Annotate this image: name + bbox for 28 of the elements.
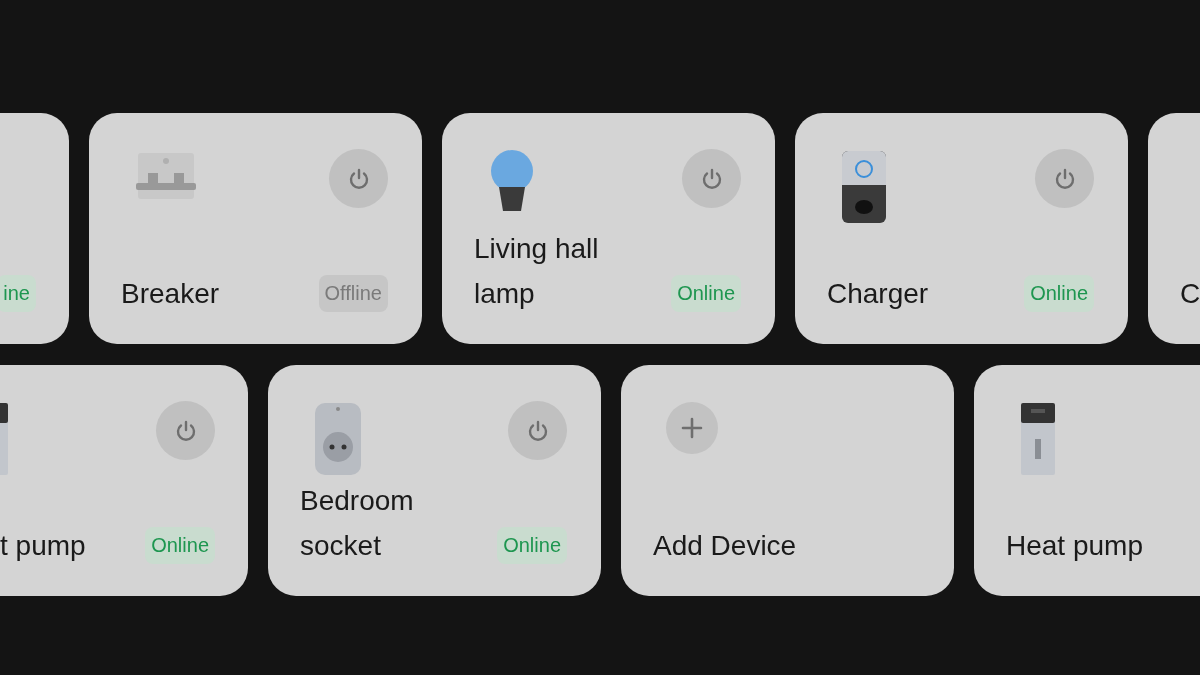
device-card[interactable]: Living hall lamp Online	[442, 113, 775, 344]
device-name: Bedroom socket	[300, 484, 415, 563]
status-badge: Online	[1024, 275, 1094, 312]
device-name: Living hall lamp	[474, 232, 600, 311]
device-name: t pump	[0, 529, 86, 563]
status-badge: ine	[0, 275, 36, 312]
status-badge: Online	[145, 527, 215, 564]
device-card[interactable]: C	[1148, 113, 1200, 344]
status-badge: Online	[497, 527, 567, 564]
add-button[interactable]	[666, 402, 718, 454]
device-card[interactable]: Bedroom socket Online	[268, 365, 601, 596]
device-card[interactable]: Heat pump	[974, 365, 1200, 596]
plug-socket-icon	[313, 401, 363, 477]
device-name: Charger	[827, 277, 929, 311]
charger-icon	[840, 149, 888, 225]
add-device-card[interactable]: Add Device	[621, 365, 954, 596]
device-card[interactable]: Charger Online	[795, 113, 1128, 344]
status-badge: Offline	[318, 275, 388, 312]
status-badge: Online	[671, 275, 741, 312]
device-name: Add Device	[653, 529, 797, 563]
device-card[interactable]: t pump Online	[0, 365, 248, 596]
device-name: C	[1180, 277, 1200, 311]
heat-pump-icon	[0, 401, 10, 477]
heat-pump-icon	[1019, 401, 1057, 477]
device-name: Heat pump	[1006, 529, 1143, 563]
device-name: Breaker	[121, 277, 220, 311]
device-card[interactable]: Breaker Offline	[89, 113, 422, 344]
plus-icon	[681, 417, 703, 439]
